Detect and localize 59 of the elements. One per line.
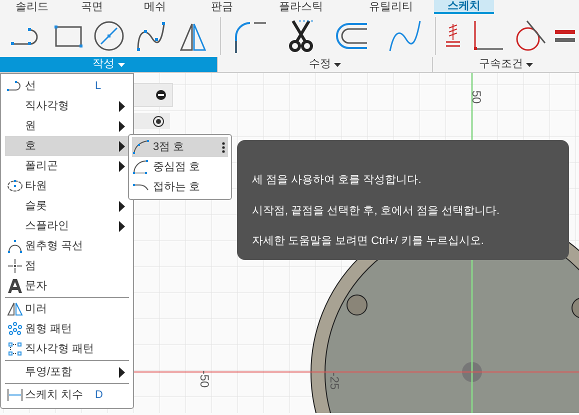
menu-item[interactable]: 폴리곤 — [5, 156, 129, 176]
menu-item[interactable]: 스플라인 — [5, 216, 129, 236]
more-options-icon[interactable] — [222, 142, 225, 152]
offset-tool-icon[interactable] — [334, 22, 369, 50]
axis-label: -50 — [198, 370, 211, 388]
menu-item[interactable]: 원 — [5, 116, 129, 136]
axis-label: 50 — [470, 90, 483, 104]
submenu-item[interactable]: 접하는 호 — [132, 177, 228, 197]
three-point-arc-icon — [133, 140, 149, 154]
menu-item[interactable]: 타원 — [5, 176, 129, 196]
menu-item[interactable]: 직사각형 패턴 — [5, 339, 129, 359]
ribbon-tab[interactable]: 곡면 — [64, 0, 120, 14]
equal-constraint-icon[interactable] — [555, 28, 575, 44]
caret-icon — [526, 62, 533, 66]
menu-item[interactable]: 슬롯 — [5, 196, 129, 216]
line-icon — [7, 81, 23, 91]
ribbon-tab[interactable]: 유틸리티 — [348, 0, 434, 14]
ribbon-tab[interactable]: 판금 — [190, 0, 254, 14]
menu-item[interactable]: 투영/포함 — [5, 362, 129, 382]
menu-item[interactable]: 미러 — [5, 299, 129, 319]
text-icon — [8, 279, 22, 293]
tooltip-text: 자세한 도움말을 보려면 Ctrl+/ 키를 누르십시오. — [252, 234, 485, 249]
caret-icon — [334, 62, 341, 66]
point-icon — [8, 259, 22, 273]
collapse-icon[interactable] — [156, 90, 166, 100]
tangent-arc-icon — [133, 183, 149, 191]
menu-item[interactable]: 선 L — [5, 76, 129, 96]
parallel-constraint-icon[interactable] — [443, 22, 463, 50]
menu-item[interactable]: 원추형 곡선 — [5, 236, 129, 256]
toolbar-group-button[interactable]: 수정 — [217, 57, 432, 72]
menu-item[interactable]: 점 — [5, 256, 129, 276]
rectangular-pattern-icon — [8, 342, 22, 356]
menu-item[interactable]: 스케치 치수 D — [5, 385, 129, 405]
curve-tool-icon[interactable] — [388, 18, 422, 52]
submenu-item[interactable]: 중심점 호 — [132, 157, 228, 177]
menu-item[interactable]: 문자 — [5, 276, 129, 296]
circle-tool-icon[interactable] — [92, 20, 124, 52]
menu-item[interactable]: 호 — [5, 136, 129, 156]
toolbar-group-button[interactable]: 구속조건 — [432, 57, 579, 72]
menu-item[interactable]: 원형 패턴 — [5, 319, 129, 339]
circular-pattern-icon — [8, 322, 22, 336]
radio-icon[interactable] — [153, 116, 164, 126]
ellipse-icon — [7, 180, 23, 192]
ribbon-tab[interactable]: 메쉬 — [120, 0, 190, 14]
ribbon-tab[interactable]: 솔리드 — [0, 0, 64, 14]
dimension-icon — [7, 389, 23, 401]
menu-item[interactable]: 직사각형 — [5, 96, 129, 116]
perpendicular-constraint-icon[interactable] — [471, 18, 505, 52]
mirror-icon — [7, 302, 23, 316]
scissors-icon[interactable] — [287, 18, 316, 52]
caret-icon — [118, 62, 124, 66]
tooltip-text: 시작점, 끝점을 선택한 후, 호에서 점을 선택합니다. — [252, 204, 501, 218]
axis-label: -25 — [328, 372, 341, 390]
submenu-item[interactable]: 3점 호 — [132, 137, 228, 157]
ribbon-tab[interactable]: 스케치 — [434, 0, 494, 14]
center-arc-icon — [133, 160, 149, 174]
ribbon-tab[interactable]: 플라스틱 — [254, 0, 348, 14]
tooltip-text: 세 점을 사용하여 호를 작성합니다. — [252, 173, 422, 188]
conic-curve-icon — [8, 240, 22, 252]
